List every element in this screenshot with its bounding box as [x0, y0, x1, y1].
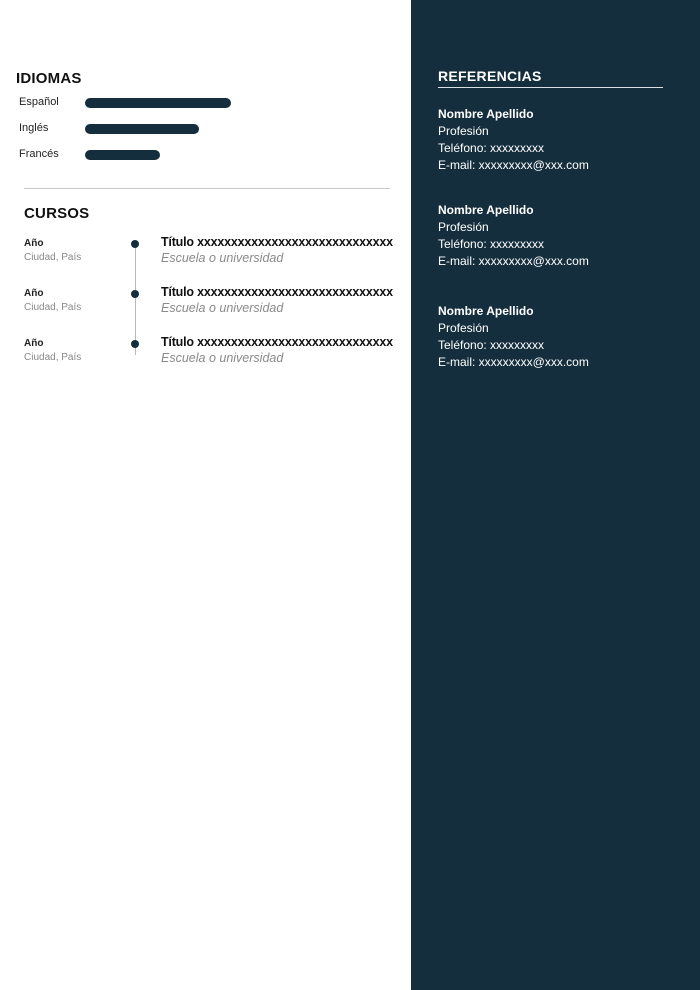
course-year: Año: [24, 288, 44, 299]
timeline-dot: [131, 240, 139, 248]
course-entry: Año Ciudad, País Título xxxxxxxxxxxxxxxx…: [0, 335, 411, 378]
reference-profession: Profesión: [438, 220, 489, 234]
course-year: Año: [24, 238, 44, 249]
reference-profession: Profesión: [438, 321, 489, 335]
languages-heading: IDIOMAS: [16, 70, 82, 87]
course-school: Escuela o universidad: [161, 351, 284, 365]
language-name: Francés: [19, 148, 59, 160]
course-school: Escuela o universidad: [161, 301, 284, 315]
language-name: Inglés: [19, 122, 49, 134]
course-school: Escuela o universidad: [161, 251, 284, 265]
reference-entry: Nombre Apellido Profesión Teléfono: xxxx…: [438, 106, 688, 174]
language-name: Español: [19, 96, 59, 108]
reference-entry: Nombre Apellido Profesión Teléfono: xxxx…: [438, 202, 688, 270]
course-entry: Año Ciudad, País Título xxxxxxxxxxxxxxxx…: [0, 235, 411, 278]
course-place: Ciudad, País: [24, 352, 82, 363]
course-place: Ciudad, País: [24, 302, 82, 313]
course-title: Título xxxxxxxxxxxxxxxxxxxxxxxxxxxxx: [161, 285, 393, 299]
section-divider: [24, 188, 390, 189]
courses-heading: CURSOS: [24, 205, 90, 222]
course-title: Título xxxxxxxxxxxxxxxxxxxxxxxxxxxxx: [161, 335, 393, 349]
reference-name: Nombre Apellido: [438, 304, 534, 318]
reference-email: E-mail: xxxxxxxxx@xxx.com: [438, 254, 589, 268]
reference-phone: Teléfono: xxxxxxxxx: [438, 338, 545, 352]
reference-name: Nombre Apellido: [438, 107, 534, 121]
timeline-dot: [131, 290, 139, 298]
reference-name: Nombre Apellido: [438, 203, 534, 217]
references-underline: [438, 87, 663, 88]
language-level-bar: [85, 150, 160, 160]
reference-phone: Teléfono: xxxxxxxxx: [438, 237, 545, 251]
course-place: Ciudad, País: [24, 252, 82, 263]
references-heading: REFERENCIAS: [438, 68, 542, 84]
course-year: Año: [24, 338, 44, 349]
reference-profession: Profesión: [438, 124, 489, 138]
course-title: Título xxxxxxxxxxxxxxxxxxxxxxxxxxxxx: [161, 235, 393, 249]
main-column: [0, 0, 411, 990]
reference-email: E-mail: xxxxxxxxx@xxx.com: [438, 355, 589, 369]
course-entry: Año Ciudad, País Título xxxxxxxxxxxxxxxx…: [0, 285, 411, 328]
reference-email: E-mail: xxxxxxxxx@xxx.com: [438, 158, 589, 172]
timeline-dot: [131, 340, 139, 348]
reference-entry: Nombre Apellido Profesión Teléfono: xxxx…: [438, 303, 688, 371]
language-level-bar: [85, 124, 199, 134]
reference-phone: Teléfono: xxxxxxxxx: [438, 141, 545, 155]
language-level-bar: [85, 98, 231, 108]
